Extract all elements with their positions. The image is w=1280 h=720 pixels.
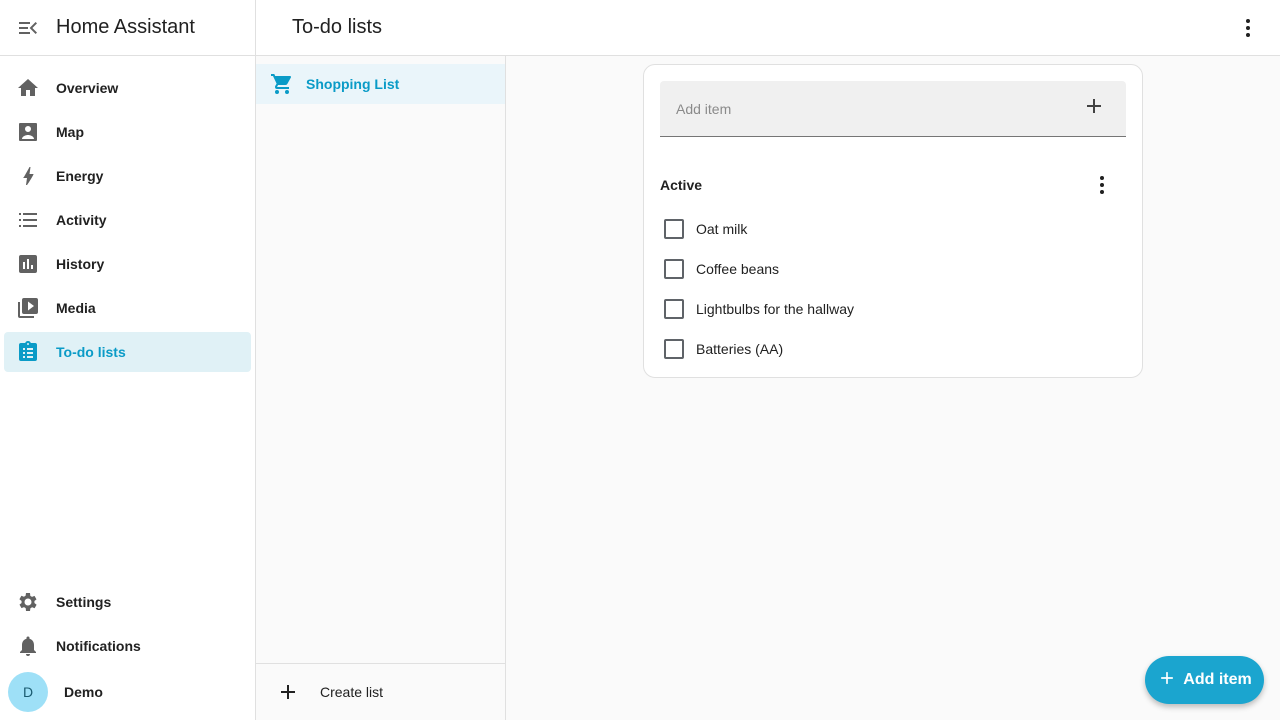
sidebar-item-energy[interactable]: Energy [4, 156, 251, 196]
list-item-label: Shopping List [306, 76, 400, 92]
item-label: Lightbulbs for the hallway [696, 301, 854, 317]
sidebar-item-history[interactable]: History [4, 244, 251, 284]
plus-icon [1157, 668, 1177, 693]
list-item[interactable]: Batteries (AA) [660, 329, 1126, 369]
sidebar-item-label: Notifications [56, 638, 141, 654]
section-title: Active [660, 177, 703, 193]
sidebar-item-label: Energy [56, 168, 104, 184]
fab-label: Add item [1183, 671, 1252, 688]
clipboard-list-icon [4, 340, 52, 364]
list-item-shopping-list[interactable]: Shopping List [256, 64, 505, 104]
gear-icon [4, 590, 52, 614]
sidebar-bottom: Settings Notifications D Demo [0, 578, 255, 720]
sidebar-item-map[interactable]: Map [4, 112, 251, 152]
sidebar-item-label: Map [56, 124, 84, 140]
checkbox[interactable] [664, 339, 684, 359]
sidebar-item-media[interactable]: Media [4, 288, 251, 328]
home-icon [4, 76, 52, 100]
sidebar-item-notifications[interactable]: Notifications [4, 626, 251, 666]
add-item-plus-button[interactable] [1074, 89, 1114, 129]
create-list-button[interactable]: Create list [256, 663, 505, 720]
more-vert-icon[interactable] [1228, 8, 1268, 48]
sidebar-item-settings[interactable]: Settings [4, 582, 251, 622]
add-item-input[interactable] [660, 100, 1074, 117]
page-title: To-do lists [292, 16, 383, 38]
sidebar-item-label: Settings [56, 594, 112, 610]
sidebar-item-activity[interactable]: Activity [4, 200, 251, 240]
list-item[interactable]: Lightbulbs for the hallway [660, 289, 1126, 329]
cart-icon [258, 72, 306, 96]
sidebar-item-label: Overview [56, 80, 119, 96]
list-icon [4, 208, 52, 232]
checkbox[interactable] [664, 259, 684, 279]
add-item-fab[interactable]: Add item [1145, 656, 1264, 704]
avatar: D [8, 672, 48, 712]
top-bar: To-do lists [256, 0, 1280, 56]
chart-icon [4, 252, 52, 276]
menu-collapse-icon[interactable] [0, 0, 56, 56]
media-icon [4, 296, 52, 320]
add-item-field [660, 81, 1126, 137]
create-list-label: Create list [320, 684, 384, 700]
sidebar-user[interactable]: D Demo [4, 670, 251, 714]
checkbox[interactable] [664, 219, 684, 239]
sidebar-item-label: History [56, 256, 105, 272]
active-section-header: Active [660, 165, 1126, 205]
more-vert-icon[interactable] [1082, 165, 1122, 205]
plus-icon [256, 680, 320, 704]
sidebar-item-label: Activity [56, 212, 107, 228]
app-title: Home Assistant [56, 16, 195, 38]
map-icon [4, 120, 52, 144]
list-item[interactable]: Coffee beans [660, 249, 1126, 289]
lightning-icon [4, 164, 52, 188]
checkbox[interactable] [664, 299, 684, 319]
sidebar-nav: Overview Map Energy Activity History Med… [0, 56, 255, 372]
user-name: Demo [64, 684, 103, 700]
sidebar-header: Home Assistant [0, 0, 255, 56]
sidebar-item-todo-lists[interactable]: To-do lists [4, 332, 251, 372]
list-item[interactable]: Oat milk [660, 209, 1126, 249]
sidebar: Home Assistant Overview Map Energy Activ… [0, 0, 256, 720]
bell-icon [4, 634, 52, 658]
item-label: Coffee beans [696, 261, 780, 277]
sidebar-item-overview[interactable]: Overview [4, 68, 251, 108]
item-label: Oat milk [696, 221, 748, 237]
plus-icon [1082, 94, 1106, 123]
todo-card: Active Oat milk Coffee beans Lightbulbs … [643, 64, 1143, 378]
item-label: Batteries (AA) [696, 341, 784, 357]
sidebar-item-label: To-do lists [56, 344, 126, 360]
sidebar-item-label: Media [56, 300, 96, 316]
todo-items: Oat milk Coffee beans Lightbulbs for the… [660, 209, 1126, 369]
todo-lists-panel: Shopping List Create list [256, 56, 506, 720]
